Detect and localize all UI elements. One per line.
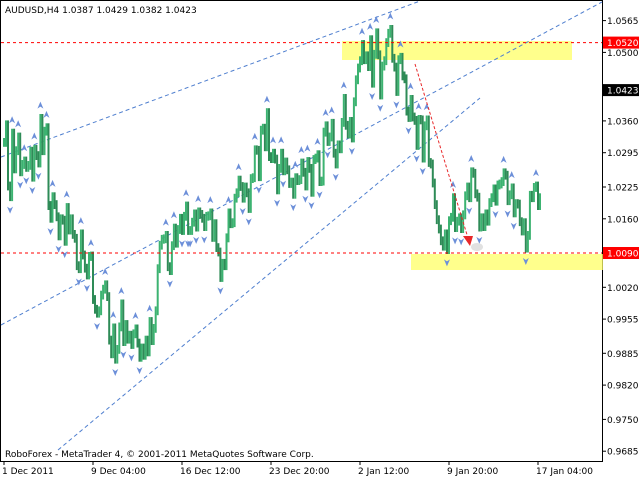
time-axis: 1 Dec 2011 9 Dec 04:00 16 Dec 12:00 23 Dec …: [2, 461, 593, 477]
level-tag-label: 1.0520: [607, 39, 639, 49]
chart-title: AUDUSD,H4 1.0387 1.0429 1.0382 1.0423: [5, 6, 197, 16]
x-tick-label: 9 Dec 04:00: [91, 467, 146, 477]
level-tag-label: 1.0090: [607, 250, 639, 260]
y-tick-label: 0.9750: [607, 416, 639, 426]
x-tick-label: 17 Jan 04:00: [536, 467, 593, 477]
forecast-arrow-shadow: [471, 243, 483, 251]
x-tick-label: 23 Dec 20:00: [269, 467, 330, 477]
chart-footer: RoboForex - MetaTrader 4, © 2001-2011 Me…: [5, 450, 314, 460]
x-tick-label: 16 Dec 12:00: [180, 467, 241, 477]
y-tick-label: 0.9820: [607, 382, 639, 392]
y-tick-label: 0.9685: [607, 448, 639, 458]
y-tick-label: 0.9955: [607, 316, 639, 326]
x-tick-label: 2 Jan 12:00: [358, 467, 410, 477]
x-tick-label: 1 Dec 2011: [2, 467, 54, 477]
y-tick-label: 0.9885: [607, 350, 639, 360]
y-tick-label: 1.0225: [607, 184, 639, 194]
y-tick-label: 1.0295: [607, 149, 639, 159]
current-price-label: 1.0423: [607, 87, 639, 97]
x-tick-label: 9 Jan 20:00: [447, 467, 499, 477]
y-tick-label: 1.0360: [607, 117, 639, 127]
y-tick-label: 1.0500: [607, 49, 639, 59]
price-chart: 1.05201.00901.0423 1.05651.05001.03601.0…: [0, 0, 639, 477]
y-tick-label: 1.0160: [607, 215, 639, 225]
y-tick-label: 1.0565: [607, 17, 639, 27]
price-axis: 1.0565 1.0500 1.0360 1.0295 1.0225 1.0160 1.00…: [602, 17, 639, 458]
y-tick-label: 1.0020: [607, 284, 639, 294]
support-zone: [411, 254, 603, 270]
plot-area: [0, 0, 603, 462]
